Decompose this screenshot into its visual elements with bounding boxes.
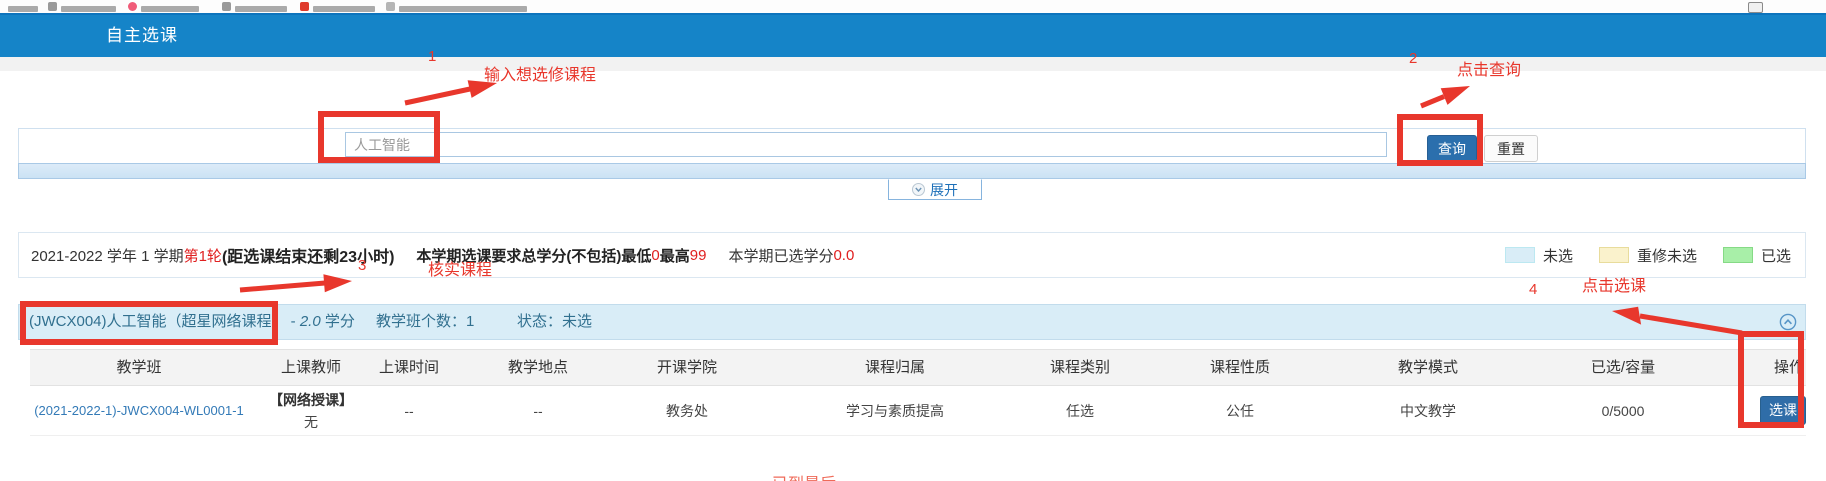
deadline-label: (距选课结束还剩23小时) bbox=[222, 243, 394, 267]
col-teaching-class: 教学班 bbox=[34, 350, 244, 385]
status-legend: 未选 重修未选 已选 bbox=[1505, 233, 1791, 277]
location-cell: -- bbox=[473, 386, 603, 436]
course-status: 状态：未选 bbox=[517, 305, 592, 339]
page-title: 自主选课 bbox=[106, 15, 178, 57]
favicon-icon bbox=[128, 2, 137, 11]
bookmark-item[interactable] bbox=[222, 0, 287, 13]
class-time-cell: -- bbox=[354, 386, 464, 436]
mode-cell: 中文教学 bbox=[1353, 386, 1503, 436]
favicon-icon bbox=[222, 2, 231, 11]
browser-bookmarks-bar bbox=[0, 0, 1826, 13]
favicon-icon bbox=[300, 2, 309, 11]
legend-label: 未选 bbox=[1543, 245, 1573, 266]
retake-swatch bbox=[1599, 247, 1629, 263]
query-button[interactable]: 查询 bbox=[1427, 135, 1477, 162]
bookmark-item[interactable] bbox=[48, 0, 116, 13]
course-name-code: (JWCX004)人工智能（超星网络课程） - bbox=[29, 313, 300, 330]
teacher-mode-tag: 【网络授课】 bbox=[256, 390, 366, 410]
category-cell: 任选 bbox=[1005, 386, 1155, 436]
browser-device-icon[interactable] bbox=[1748, 2, 1763, 13]
teacher-name: 无 bbox=[256, 412, 366, 432]
table-row: (2021-2022-1)-JWCX004-WL0001-1 【网络授课】 无 … bbox=[30, 386, 1806, 436]
reset-button[interactable]: 重置 bbox=[1484, 135, 1538, 162]
favicon-icon bbox=[48, 2, 57, 11]
page-header: 自主选课 bbox=[0, 13, 1826, 57]
semester-label: 2021-2022 学年 1 学期 bbox=[31, 245, 184, 266]
annotation-step-3-number: 3 bbox=[358, 257, 366, 274]
annotation-step-1-text: 输入想选修课程 bbox=[484, 61, 596, 85]
round-label: 第1轮 bbox=[184, 245, 222, 266]
legend-label: 重修未选 bbox=[1637, 245, 1697, 266]
belonging-cell: 学习与素质提高 bbox=[790, 386, 1000, 436]
annotation-step-1-number: 1 bbox=[428, 48, 436, 65]
bookmark-item[interactable] bbox=[8, 0, 38, 13]
capacity-cell: 0/5000 bbox=[1548, 386, 1698, 436]
course-selection-page: 自主选课 查询 重置 展开 2021-2022 学年 1 学期第1轮 (距选课结… bbox=[0, 0, 1826, 481]
legend-retake-unselected: 重修未选 bbox=[1599, 245, 1697, 266]
expand-tab-label: 展开 bbox=[930, 180, 958, 200]
collapse-chevron-up-icon[interactable] bbox=[1779, 313, 1797, 331]
annotation-step-2-number: 2 bbox=[1409, 50, 1417, 67]
annotation-step-2-text: 点击查询 bbox=[1457, 56, 1521, 80]
col-nature: 课程性质 bbox=[1165, 350, 1315, 385]
legend-selected: 已选 bbox=[1723, 245, 1791, 266]
max-credit-value: 99 bbox=[690, 247, 707, 264]
col-capacity: 已选/容量 bbox=[1548, 350, 1698, 385]
college-cell: 教务处 bbox=[602, 386, 772, 436]
max-credit-label: 最高 bbox=[660, 245, 690, 266]
bookmark-item[interactable] bbox=[386, 0, 527, 13]
header-substrip bbox=[0, 57, 1826, 71]
col-belonging: 课程归属 bbox=[790, 350, 1000, 385]
select-course-button[interactable]: 选课 bbox=[1760, 396, 1806, 425]
bookmark-item[interactable] bbox=[300, 0, 375, 13]
min-credit-value: 0 bbox=[651, 247, 659, 264]
legend-unselected: 未选 bbox=[1505, 245, 1573, 266]
course-group-bar[interactable]: (JWCX004)人工智能（超星网络课程） - 2.0 学分 教学班个数：1 状… bbox=[18, 304, 1806, 340]
col-college: 开课学院 bbox=[602, 350, 772, 385]
course-credits-suffix: 学分 bbox=[321, 313, 355, 330]
annotation-step-3-text: 核实课程 bbox=[428, 256, 492, 280]
selected-credit-value: 0.0 bbox=[833, 247, 854, 264]
legend-label: 已选 bbox=[1761, 245, 1791, 266]
unselected-swatch bbox=[1505, 247, 1535, 263]
selected-credit-label: 本学期已选学分 bbox=[728, 245, 833, 266]
annotation-step-4-text: 点击选课 bbox=[1582, 272, 1646, 296]
nature-cell: 公任 bbox=[1165, 386, 1315, 436]
teaching-class-link[interactable]: (2021-2022-1)-JWCX004-WL0001-1 bbox=[34, 386, 244, 436]
selected-swatch bbox=[1723, 247, 1753, 263]
course-credits: 2.0 bbox=[300, 313, 321, 330]
col-class-time: 上课时间 bbox=[354, 350, 464, 385]
course-title: (JWCX004)人工智能（超星网络课程） - 2.0 学分 bbox=[29, 305, 355, 339]
teacher-cell: 【网络授课】 无 bbox=[256, 386, 366, 436]
bottom-clipped-text: 已到最后 bbox=[772, 470, 836, 481]
col-teaching-mode: 教学模式 bbox=[1353, 350, 1503, 385]
classes-table-header: 教学班 上课教师 上课时间 教学地点 开课学院 课程归属 课程类别 课程性质 教… bbox=[30, 349, 1806, 386]
col-teacher: 上课教师 bbox=[256, 350, 366, 385]
arrow-2-icon bbox=[1421, 86, 1470, 106]
bookmark-item[interactable] bbox=[128, 0, 199, 13]
semester-info-panel: 2021-2022 学年 1 学期第1轮 (距选课结束还剩23小时)本学期选课要… bbox=[18, 232, 1806, 278]
teaching-class-count: 教学班个数：1 bbox=[376, 305, 474, 339]
col-action: 操作 bbox=[1749, 350, 1826, 385]
chevron-down-icon bbox=[912, 183, 925, 196]
col-category: 课程类别 bbox=[1005, 350, 1155, 385]
favicon-icon bbox=[386, 2, 395, 11]
course-search-input[interactable] bbox=[345, 132, 1387, 157]
annotation-step-4-number: 4 bbox=[1529, 281, 1537, 298]
col-location: 教学地点 bbox=[473, 350, 603, 385]
expand-toggle-tab[interactable]: 展开 bbox=[888, 179, 982, 200]
panel-footer-bar bbox=[18, 163, 1806, 179]
